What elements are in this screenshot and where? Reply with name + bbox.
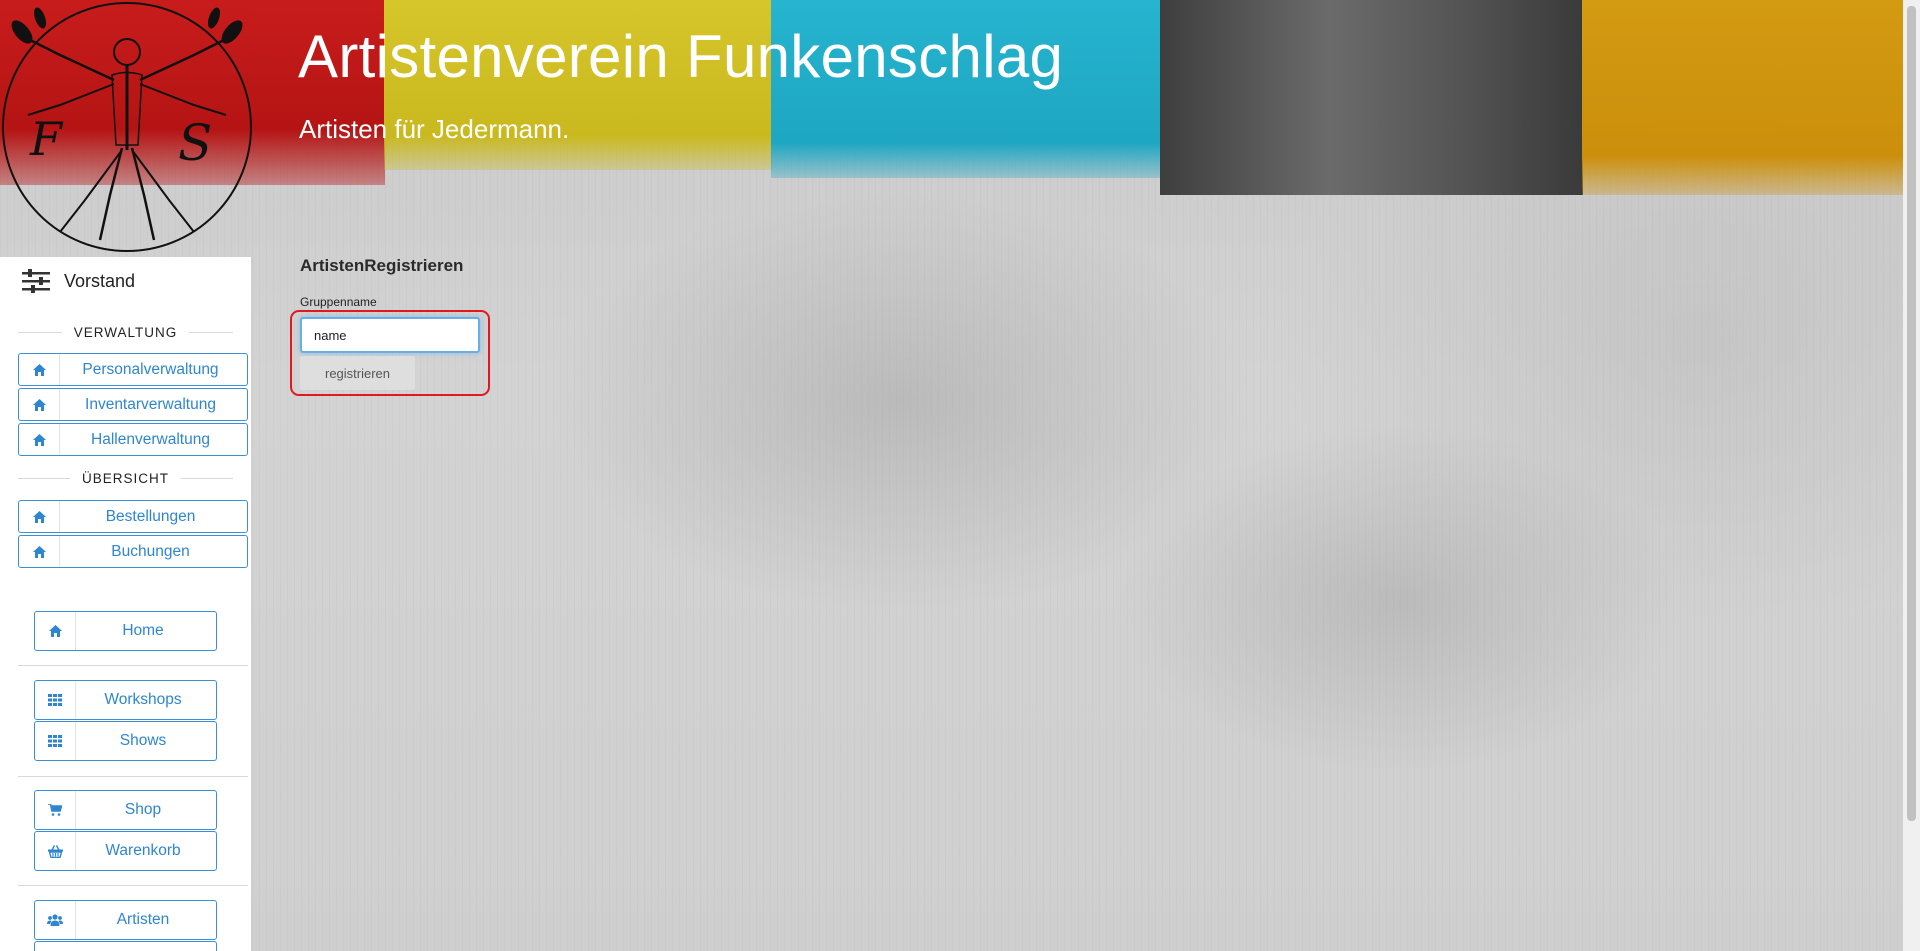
home-icon	[19, 424, 60, 455]
club-logo: F S	[2, 2, 252, 252]
nav-label: Home	[122, 622, 164, 639]
section-label-admin: VERWALTUNG	[73, 324, 178, 340]
home-icon	[19, 501, 60, 532]
nav-shows[interactable]: Shows	[34, 721, 217, 761]
nav-inventarverwaltung[interactable]: Inventarverwaltung	[18, 388, 248, 421]
cart-icon	[35, 791, 76, 829]
sidebar-header: Vorstand	[0, 257, 251, 305]
nav-label: Bestellungen	[105, 507, 196, 525]
nav-label: Shows	[119, 732, 167, 749]
scrollbar-thumb[interactable]	[1907, 6, 1916, 821]
header-stripe-orange	[1582, 0, 1920, 195]
nav-shop[interactable]: Shop	[34, 790, 217, 830]
field-label-gruppenname: Gruppenname	[300, 295, 377, 309]
nav-buchungen[interactable]: Buchungen	[18, 535, 248, 568]
nav-bestellungen[interactable]: Bestellungen	[18, 500, 248, 533]
home-icon	[35, 612, 76, 650]
users-icon	[35, 901, 76, 939]
home-icon	[19, 389, 60, 420]
section-label-overview: ÜBERSICHT	[82, 470, 170, 486]
sidebar-heading: Vorstand	[64, 270, 136, 291]
nav-label: Workshops	[104, 691, 182, 708]
grid-icon	[35, 722, 76, 760]
nav-label: Artisten	[116, 911, 170, 928]
nav-warenkorb[interactable]: Warenkorb	[34, 831, 217, 871]
register-button[interactable]: registrieren	[300, 356, 415, 390]
basket-icon	[35, 832, 76, 870]
nav-home[interactable]: Home	[34, 611, 217, 651]
nav-label: Warenkorb	[105, 842, 181, 859]
nav-label: Buchungen	[111, 542, 190, 560]
grid-icon	[35, 681, 76, 719]
home-icon	[19, 354, 60, 385]
svg-text:F: F	[29, 112, 64, 166]
nav-label: Shop	[124, 801, 162, 818]
sidebar-separator	[18, 776, 248, 777]
sidebar: Vorstand VERWALTUNG Personalverwaltung I…	[0, 257, 251, 951]
sidebar-separator	[18, 665, 248, 666]
sliders-icon	[22, 269, 50, 293]
nav-more[interactable]	[34, 941, 217, 951]
home-icon	[19, 536, 60, 567]
sidebar-separator	[18, 885, 248, 886]
page-title: ArtistenRegistrieren	[300, 256, 464, 275]
section-divider-overview: ÜBERSICHT	[18, 468, 233, 488]
site-title: Artistenverein Funkenschlag	[298, 23, 1064, 90]
nav-artisten[interactable]: Artisten	[34, 900, 217, 940]
nav-hallenverwaltung[interactable]: Hallenverwaltung	[18, 423, 248, 456]
gruppenname-input[interactable]	[300, 317, 480, 353]
nav-workshops[interactable]: Workshops	[34, 680, 217, 720]
nav-personalverwaltung[interactable]: Personalverwaltung	[18, 353, 248, 386]
nav-label: Hallenverwaltung	[91, 430, 210, 448]
site-subtitle: Artisten für Jedermann.	[299, 114, 570, 144]
header-stripe-dark	[1160, 0, 1583, 195]
scrollbar[interactable]	[1903, 0, 1920, 951]
nav-label: Personalverwaltung	[82, 360, 219, 378]
svg-text:S: S	[178, 114, 212, 172]
nav-label: Inventarverwaltung	[85, 395, 216, 413]
section-divider-admin: VERWALTUNG	[18, 322, 233, 342]
